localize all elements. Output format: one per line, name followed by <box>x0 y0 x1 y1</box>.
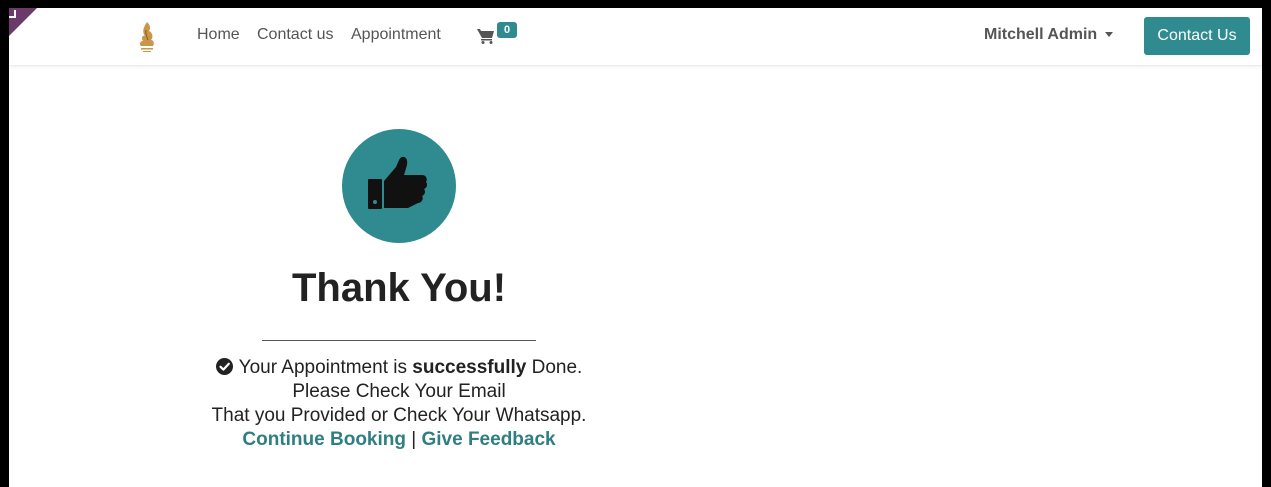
message-line-3: That you Provided or Check Your Whatsapp… <box>211 405 587 426</box>
message-bold: successfully <box>412 357 527 378</box>
user-name: Mitchell Admin <box>984 26 1098 43</box>
continue-booking-link[interactable]: Continue Booking <box>242 429 406 450</box>
thumbs-up-icon <box>368 156 428 209</box>
navbar: Home Contact us Appointment 0 Mitchell A… <box>9 8 1262 66</box>
message-prefix: Your Appointment is <box>238 357 413 378</box>
edit-corner-tab[interactable] <box>9 8 37 36</box>
message-suffix: Done. <box>526 357 583 378</box>
flame-logo-icon[interactable] <box>133 20 161 54</box>
message-line-1: Your Appointment is successfully Done. <box>149 356 649 380</box>
thumbs-up-badge <box>342 129 456 243</box>
nav-appointment-link[interactable]: Appointment <box>351 26 441 44</box>
give-feedback-link[interactable]: Give Feedback <box>421 429 555 450</box>
edit-corner-icon <box>9 10 16 18</box>
contact-us-button[interactable]: Contact Us <box>1144 17 1250 55</box>
message-line-2: Please Check Your Email <box>292 381 506 402</box>
confirmation-message: Your Appointment is successfully Done. P… <box>149 356 649 452</box>
nav-home-link[interactable]: Home <box>197 26 240 44</box>
cart-link[interactable]: 0 <box>477 22 517 48</box>
link-separator: | <box>411 429 417 450</box>
cart-count-badge: 0 <box>497 22 517 38</box>
user-menu-dropdown[interactable]: Mitchell Admin <box>984 26 1114 44</box>
divider-line <box>262 340 536 341</box>
thank-you-heading: Thank You! <box>291 266 507 310</box>
shopping-cart-icon <box>477 29 494 44</box>
action-links: Continue Booking | Give Feedback <box>149 428 649 452</box>
check-circle-icon <box>215 358 233 375</box>
nav-contact-link[interactable]: Contact us <box>257 26 333 44</box>
caret-down-icon <box>1105 32 1114 38</box>
page-frame: Home Contact us Appointment 0 Mitchell A… <box>9 8 1262 487</box>
